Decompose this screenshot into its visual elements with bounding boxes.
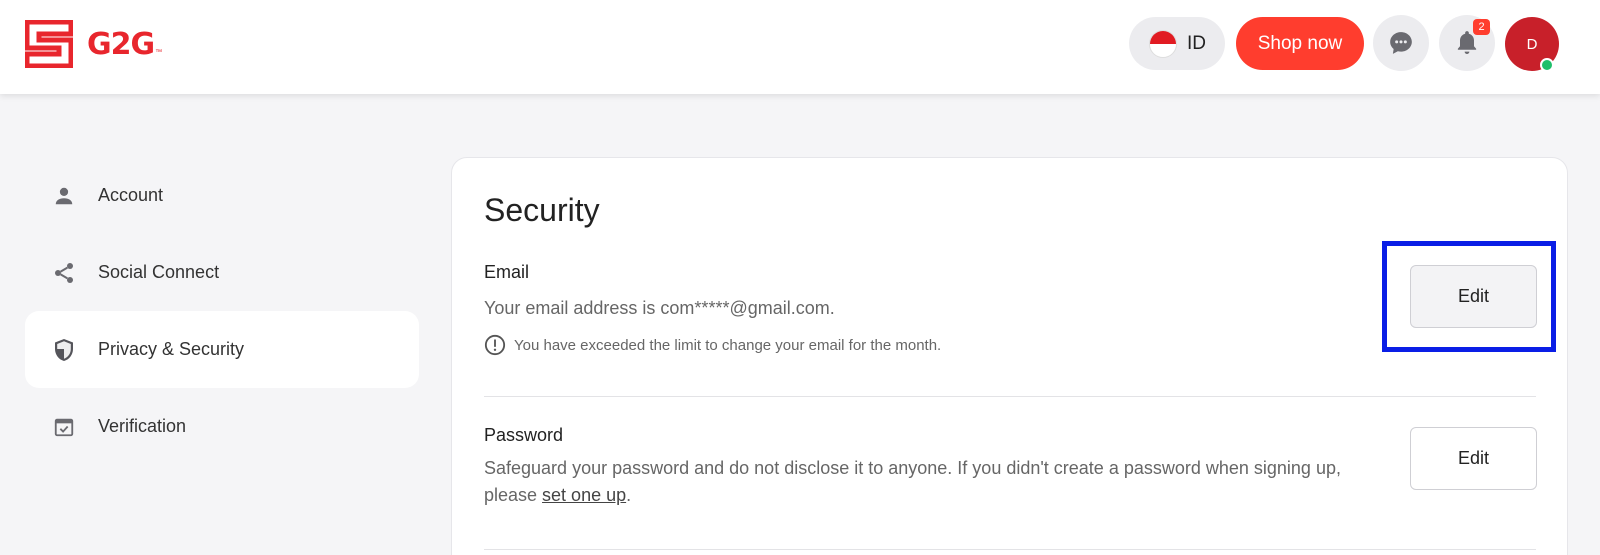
sidebar-item-social-connect[interactable]: Social Connect xyxy=(25,234,419,311)
email-description: Your email address is com*****@gmail.com… xyxy=(484,298,835,318)
password-description-line-1: Safeguard your password and do not discl… xyxy=(484,458,1341,478)
password-description-suffix: . xyxy=(626,485,632,505)
sidebar-item-label: Account xyxy=(98,185,164,205)
chat-bubble-icon xyxy=(1390,32,1412,54)
sidebar-item-account[interactable]: Account xyxy=(25,157,419,234)
page-title: Security xyxy=(484,192,600,228)
shop-now-button[interactable]: Shop now xyxy=(1236,17,1364,70)
share-icon xyxy=(52,261,76,285)
password-description: Safeguard your password and do not discl… xyxy=(484,455,1384,509)
security-card: Security Email Your email address is com… xyxy=(451,157,1568,555)
shield-icon xyxy=(52,338,76,362)
set-one-up-link[interactable]: set one up xyxy=(542,485,626,505)
chat-button[interactable] xyxy=(1373,15,1429,71)
sidebar-item-verification[interactable]: Verification xyxy=(25,388,419,465)
notification-count-badge: 2 xyxy=(1473,19,1490,35)
edit-password-button[interactable]: Edit xyxy=(1410,427,1537,490)
avatar-initial: D xyxy=(1526,35,1538,53)
logo-trademark: ™ xyxy=(155,49,163,56)
g2g-logo-icon xyxy=(25,20,73,68)
top-header: G2G ™ ID Shop now 2 D xyxy=(0,0,1600,94)
g2g-logo[interactable]: G2G ™ xyxy=(25,20,162,68)
section-divider xyxy=(484,396,1536,397)
password-section-title: Password xyxy=(484,425,564,445)
online-status-indicator xyxy=(1540,58,1554,72)
logo-text: G2G xyxy=(87,26,155,62)
sidebar-item-privacy-security[interactable]: Privacy & Security xyxy=(25,311,419,388)
person-icon xyxy=(52,184,76,208)
exclamation-circle-icon xyxy=(484,334,506,356)
section-divider xyxy=(484,549,1536,550)
email-limit-note: You have exceeded the limit to change yo… xyxy=(484,334,941,356)
notifications-button[interactable]: 2 xyxy=(1439,15,1495,71)
edit-email-highlight-box xyxy=(1382,241,1556,352)
language-selector[interactable]: ID xyxy=(1129,17,1225,70)
sidebar-item-label: Social Connect xyxy=(98,262,220,282)
email-section-title: Email xyxy=(484,262,530,282)
indonesia-flag-icon xyxy=(1149,29,1177,58)
sidebar-item-label: Verification xyxy=(98,416,187,436)
settings-sidebar: Account Social Connect Privacy & Securit… xyxy=(25,157,419,465)
sidebar-item-label: Privacy & Security xyxy=(98,339,245,359)
language-label: ID xyxy=(1187,32,1206,54)
password-description-prefix: please xyxy=(484,485,543,505)
verified-box-icon xyxy=(52,415,76,439)
email-limit-note-text: You have exceeded the limit to change yo… xyxy=(514,336,942,354)
